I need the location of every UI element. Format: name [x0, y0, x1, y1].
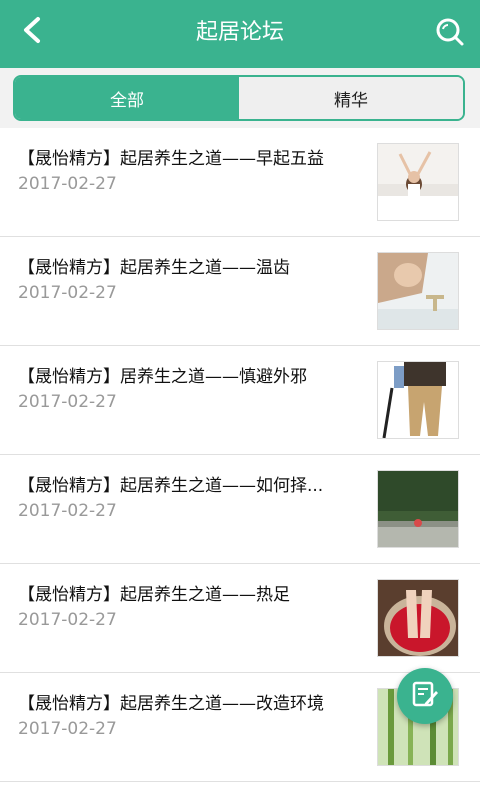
list-item[interactable]: 【晟怡精方】起居养生之道——温齿 2017-02-27: [0, 237, 480, 346]
post-date: 2017-02-27: [18, 283, 117, 303]
search-button[interactable]: [428, 12, 472, 56]
post-thumbnail: [377, 579, 459, 657]
post-title: 【晟怡精方】起居养生之道——热足: [18, 585, 290, 605]
post-thumbnail: [377, 252, 459, 330]
list-item[interactable]: 【晟怡精方】起居养生之道——如何择... 2017-02-27: [0, 455, 480, 564]
post-title: 【晟怡精方】起居养生之道——温齿: [18, 258, 290, 278]
tab-bar: 全部 精华: [0, 68, 480, 128]
tab-featured[interactable]: 精华: [239, 77, 463, 119]
list-item[interactable]: 【晟怡精方】起居养生之道——热足 2017-02-27: [0, 564, 480, 673]
post-date: 2017-02-27: [18, 610, 117, 630]
segmented-control: 全部 精华: [13, 75, 465, 121]
post-thumbnail: [377, 470, 459, 548]
search-icon: [435, 17, 465, 51]
page-title: 起居论坛: [195, 20, 284, 45]
post-date: 2017-02-27: [18, 719, 117, 739]
post-title: 【晟怡精方】居养生之道——慎避外邪: [18, 367, 307, 387]
post-date: 2017-02-27: [18, 501, 117, 521]
post-title: 【晟怡精方】起居养生之道——改造环境: [18, 694, 324, 714]
compose-button[interactable]: [397, 668, 453, 724]
compose-icon: [410, 679, 440, 713]
post-title: 【晟怡精方】起居养生之道——早起五益: [18, 149, 324, 169]
list-item[interactable]: 【晟怡精方】居养生之道——慎避外邪 2017-02-27: [0, 346, 480, 455]
post-date: 2017-02-27: [18, 392, 117, 412]
tab-all[interactable]: 全部: [15, 77, 239, 119]
forum-screen: 起居论坛 全部 精华 【晟怡精方】起居养生之道——早起五益 2017-02-27: [0, 0, 480, 800]
list-item[interactable]: 【晟怡精方】起居养生之道——早起五益 2017-02-27: [0, 128, 480, 237]
post-thumbnail: [377, 361, 459, 439]
post-date: 2017-02-27: [18, 174, 117, 194]
post-thumbnail: [377, 143, 459, 221]
top-bar: 起居论坛: [0, 0, 480, 68]
post-title: 【晟怡精方】起居养生之道——如何择...: [18, 476, 324, 496]
